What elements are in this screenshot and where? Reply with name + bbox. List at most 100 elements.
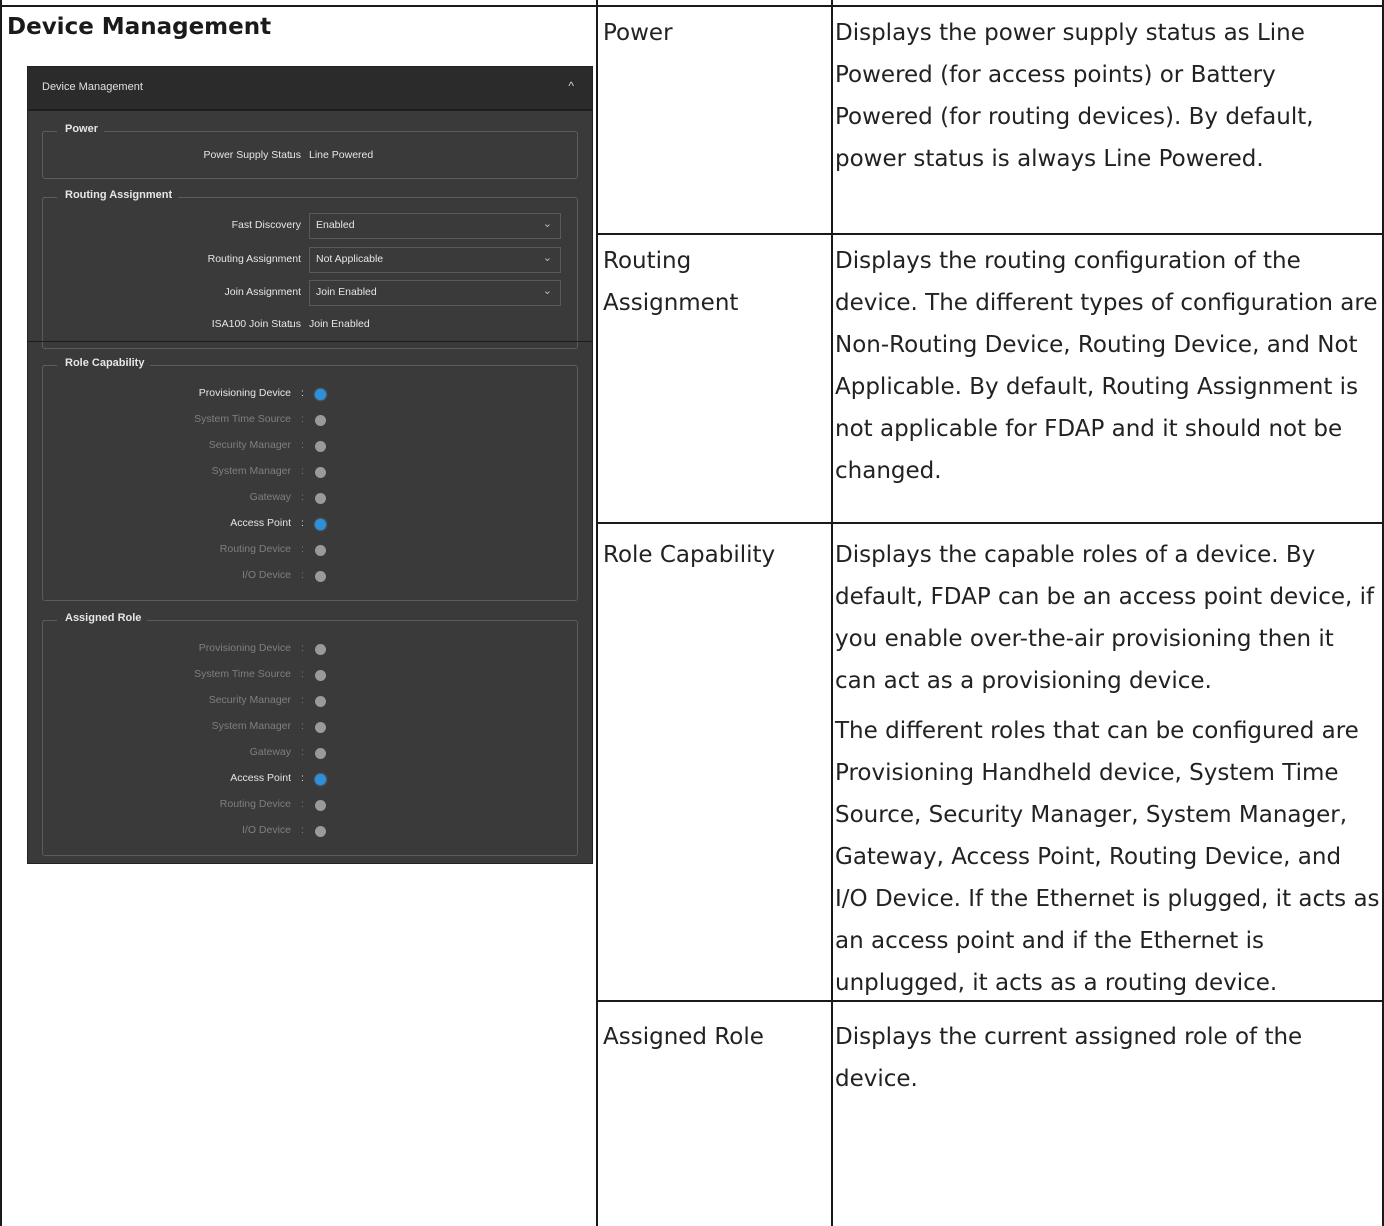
routing-assignment-select[interactable]: Not Applicable ⌄ xyxy=(309,247,561,273)
colon: : xyxy=(289,219,292,231)
fast-discovery-row: Fast Discovery : Enabled ⌄ xyxy=(43,213,577,239)
status-indicator-icon xyxy=(315,644,326,655)
status-indicator-icon xyxy=(315,774,326,785)
power-group: Power Power Supply Status : Line Powered xyxy=(42,123,578,179)
role-label: Provisioning Device xyxy=(198,387,291,399)
status-indicator-icon xyxy=(315,826,326,837)
role-label: Provisioning Device xyxy=(198,642,291,654)
colon: : xyxy=(301,517,304,529)
status-indicator-icon xyxy=(315,389,326,400)
table-row-divider-1 xyxy=(596,233,1384,235)
role-row: Provisioning Device: xyxy=(43,387,577,407)
role-row: Routing Device: xyxy=(43,543,577,563)
colon: : xyxy=(289,318,292,330)
fast-discovery-value: Enabled xyxy=(316,219,355,231)
isa100-join-status-label: ISA100 Join Status xyxy=(211,318,301,330)
role-row: Access Point: xyxy=(43,772,577,792)
power-supply-status-label: Power Supply Status xyxy=(203,149,301,161)
role-row: I/O Device: xyxy=(43,824,577,844)
role-label: I/O Device xyxy=(241,569,291,581)
description-routing-assignment: Displays the routing configuration of th… xyxy=(835,240,1380,492)
colon: : xyxy=(301,413,304,425)
role-row: I/O Device: xyxy=(43,569,577,589)
join-assignment-select[interactable]: Join Enabled ⌄ xyxy=(309,280,561,306)
role-label: Security Manager xyxy=(208,694,291,706)
status-indicator-icon xyxy=(315,696,326,707)
power-group-label: Power xyxy=(42,123,105,135)
routing-assignment-group-label: Routing Assignment xyxy=(42,189,179,201)
role-label: Security Manager xyxy=(208,439,291,451)
colon: : xyxy=(301,798,304,810)
panel-header[interactable]: Device Management ^ xyxy=(28,67,592,111)
description-role-capability: Displays the capable roles of a device. … xyxy=(835,534,1380,1004)
assigned-role-group: Assigned Role Provisioning Device: System… xyxy=(42,612,578,856)
description-paragraph: Displays the current assigned role of th… xyxy=(835,1024,1303,1092)
colon: : xyxy=(301,569,304,581)
description-assigned-role: Displays the current assigned role of th… xyxy=(835,1016,1380,1100)
role-row: System Time Source: xyxy=(43,668,577,688)
status-indicator-icon xyxy=(315,748,326,759)
status-indicator-icon xyxy=(315,441,326,452)
colon: : xyxy=(301,543,304,555)
isa100-join-status-row: ISA100 Join Status : Join Enabled xyxy=(43,318,577,338)
assigned-role-group-label: Assigned Role xyxy=(42,612,148,624)
chevron-down-icon: ⌄ xyxy=(542,252,552,264)
description-power: Displays the power supply status as Line… xyxy=(835,12,1380,180)
colon: : xyxy=(301,824,304,836)
table-column-divider-2 xyxy=(831,0,833,1226)
role-row: Access Point: xyxy=(43,517,577,537)
join-assignment-row: Join Assignment : Join Enabled ⌄ xyxy=(43,280,577,306)
role-row: Gateway: xyxy=(43,746,577,766)
role-row: System Time Source: xyxy=(43,413,577,433)
colon: : xyxy=(301,491,304,503)
isa100-join-status-value: Join Enabled xyxy=(309,318,370,330)
colon: : xyxy=(301,694,304,706)
role-row: System Manager: xyxy=(43,720,577,740)
status-indicator-icon xyxy=(315,545,326,556)
colon: : xyxy=(301,439,304,451)
chevron-down-icon: ⌄ xyxy=(542,285,552,297)
description-paragraph: Displays the power supply status as Line… xyxy=(835,20,1314,172)
term-assigned-role: Assigned Role xyxy=(603,1024,764,1050)
role-label: Routing Device xyxy=(219,798,291,810)
device-management-panel: Device Management ^ Power Power Supply S… xyxy=(27,66,593,864)
chevron-down-icon: ⌄ xyxy=(542,218,552,230)
section-heading: Device Management xyxy=(7,14,272,40)
role-label: System Time Source xyxy=(194,668,291,680)
role-row: Security Manager: xyxy=(43,439,577,459)
table-top-border xyxy=(0,5,1384,7)
status-indicator-icon xyxy=(315,800,326,811)
panel-title: Device Management xyxy=(42,81,143,93)
role-label: Gateway xyxy=(249,491,291,503)
fast-discovery-select[interactable]: Enabled ⌄ xyxy=(309,213,561,239)
status-indicator-icon xyxy=(315,571,326,582)
role-capability-group: Role Capability Provisioning Device: Syst… xyxy=(42,357,578,601)
status-indicator-icon xyxy=(315,415,326,426)
chevron-up-icon[interactable]: ^ xyxy=(568,79,574,93)
role-row: Routing Device: xyxy=(43,798,577,818)
colon: : xyxy=(301,387,304,399)
role-label: Gateway xyxy=(249,746,291,758)
divider xyxy=(28,341,592,342)
role-label: System Manager xyxy=(211,720,291,732)
role-capability-group-label: Role Capability xyxy=(42,357,151,369)
colon: : xyxy=(289,286,292,298)
role-label: System Time Source xyxy=(194,413,291,425)
table-left-border xyxy=(0,0,2,1226)
status-indicator-icon xyxy=(315,519,326,530)
colon: : xyxy=(289,253,292,265)
routing-assignment-row: Routing Assignment : Not Applicable ⌄ xyxy=(43,247,577,273)
role-label: Access Point xyxy=(230,772,291,784)
status-indicator-icon xyxy=(315,722,326,733)
role-row: Security Manager: xyxy=(43,694,577,714)
join-assignment-value: Join Enabled xyxy=(316,286,377,298)
status-indicator-icon xyxy=(315,670,326,681)
status-indicator-icon xyxy=(315,467,326,478)
status-indicator-icon xyxy=(315,493,326,504)
role-row: Gateway: xyxy=(43,491,577,511)
description-paragraph: The different roles that can be configur… xyxy=(835,718,1380,996)
power-supply-status-row: Power Supply Status : Line Powered xyxy=(43,149,577,169)
routing-assignment-value: Not Applicable xyxy=(316,253,384,265)
colon: : xyxy=(301,642,304,654)
routing-assignment-label: Routing Assignment xyxy=(207,253,301,265)
